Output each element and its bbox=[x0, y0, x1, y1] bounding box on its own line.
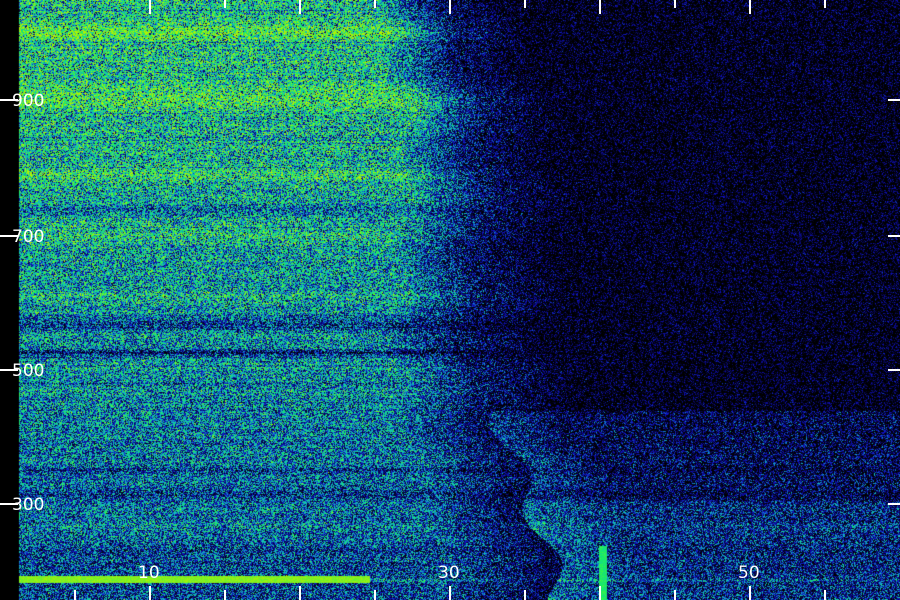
y-tick-label-700: 700 bbox=[12, 227, 44, 247]
y-tick-labels: 900 700 500 300 bbox=[12, 91, 44, 515]
y-tick-label-900: 900 bbox=[12, 91, 44, 111]
top-x-ticks bbox=[149, 0, 826, 14]
spectrogram-view: 900 700 500 300 10 30 50 bbox=[0, 0, 900, 600]
y-tick-label-500: 500 bbox=[12, 361, 44, 381]
right-y-ticks bbox=[888, 99, 900, 505]
x-tick-label-10: 10 bbox=[138, 563, 160, 583]
left-y-ticks bbox=[0, 99, 18, 505]
y-tick-label-300: 300 bbox=[12, 495, 44, 515]
x-tick-label-50: 50 bbox=[738, 563, 760, 583]
x-tick-labels: 10 30 50 bbox=[138, 563, 760, 583]
axis-overlay: 900 700 500 300 10 30 50 bbox=[0, 0, 900, 600]
x-tick-label-30: 30 bbox=[438, 563, 460, 583]
bottom-x-ticks bbox=[74, 586, 826, 600]
